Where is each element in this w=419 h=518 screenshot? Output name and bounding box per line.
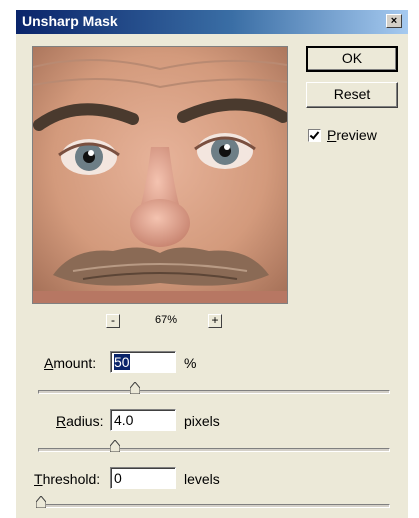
zoom-controls: - 67% + [106,314,226,332]
amount-unit: % [184,355,197,371]
reset-label: Reset [333,86,371,102]
threshold-value: 0 [114,470,122,486]
amount-input[interactable]: 50 [110,351,176,373]
radius-value: 4.0 [114,412,134,428]
reset-button[interactable]: Reset [306,82,398,108]
checkbox-checked-icon[interactable] [308,128,321,142]
radius-label: Radius: [56,413,104,429]
amount-slider-thumb[interactable] [130,382,140,394]
ok-button[interactable]: OK [306,46,398,72]
threshold-unit: levels [184,471,220,487]
amount-label: Amount: [44,355,97,371]
threshold-label: Threshold: [34,471,101,487]
unsharp-mask-dialog: Unsharp Mask × OK Reset Preview - 67% + … [16,10,408,518]
face-preview-graphic [33,47,287,303]
radius-slider-thumb[interactable] [110,440,120,452]
zoom-level: 67% [154,314,178,326]
zoom-out-button[interactable]: - [106,314,120,328]
zoom-in-button[interactable]: + [208,314,222,328]
preview-label: Preview [327,127,377,143]
close-icon: × [390,15,398,27]
threshold-input[interactable]: 0 [110,467,176,489]
title-bar[interactable]: Unsharp Mask × [16,10,408,34]
radius-input[interactable]: 4.0 [110,409,176,431]
amount-value: 50 [114,354,130,370]
threshold-slider-track[interactable] [38,504,390,508]
close-button[interactable]: × [386,14,402,28]
radius-slider-track[interactable] [38,448,390,452]
preview-checkbox[interactable]: Preview [308,126,377,144]
preview-image[interactable] [32,46,288,304]
radius-unit: pixels [184,413,220,429]
ok-label: OK [341,50,363,66]
amount-slider-track[interactable] [38,390,390,394]
threshold-slider-thumb[interactable] [36,496,46,508]
window-title: Unsharp Mask [22,13,118,29]
plus-icon: + [211,313,219,327]
minus-icon: - [111,313,115,327]
